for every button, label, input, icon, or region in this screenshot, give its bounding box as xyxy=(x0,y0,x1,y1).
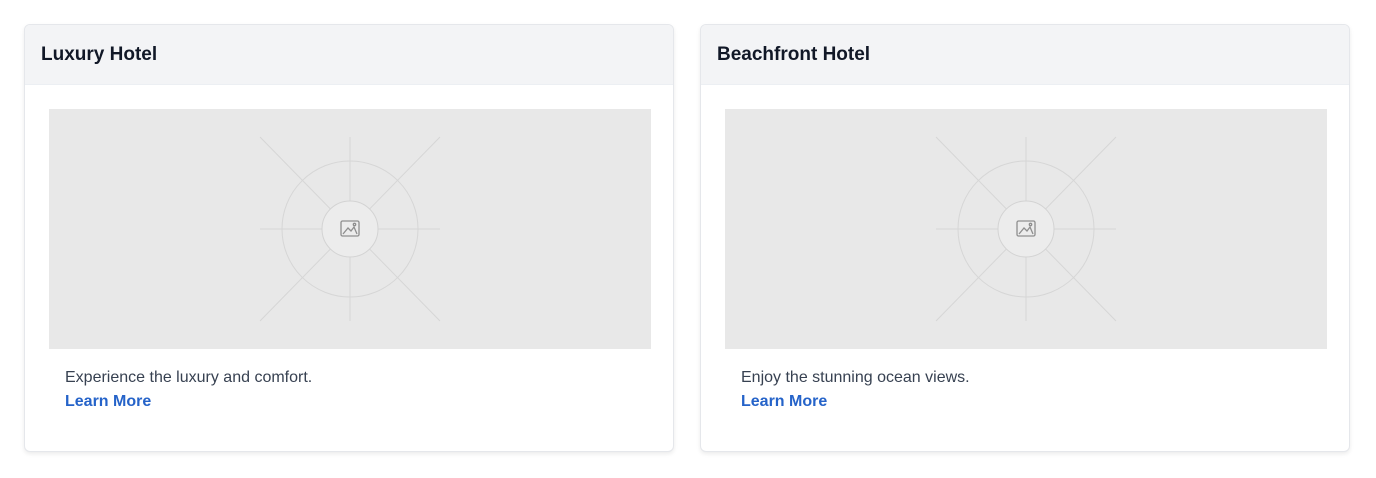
image-placeholder xyxy=(49,109,651,349)
card-description: Enjoy the stunning ocean views. xyxy=(741,369,970,386)
card-description: Experience the luxury and comfort. xyxy=(65,369,313,386)
learn-more-link[interactable]: Learn More xyxy=(741,391,827,413)
learn-more-link[interactable]: Learn More xyxy=(65,391,151,413)
image-placeholder-graphic xyxy=(935,136,1117,322)
card-grid: Luxury Hotel Experience the luxury and c… xyxy=(0,0,1376,478)
card-title: Beachfront Hotel xyxy=(717,43,871,65)
card-title: Luxury Hotel xyxy=(41,43,158,65)
card-header: Beachfront Hotel xyxy=(701,25,1349,85)
card-body: Enjoy the stunning ocean views. Learn Mo… xyxy=(701,85,1349,413)
hotel-card-luxury: Luxury Hotel Experience the luxury and c… xyxy=(24,24,674,452)
image-placeholder-graphic xyxy=(259,136,441,322)
card-header: Luxury Hotel xyxy=(25,25,673,85)
card-body: Experience the luxury and comfort. Learn… xyxy=(25,85,673,413)
image-placeholder xyxy=(725,109,1327,349)
hotel-card-beachfront: Beachfront Hotel Enjoy the stunning ocea… xyxy=(700,24,1350,452)
